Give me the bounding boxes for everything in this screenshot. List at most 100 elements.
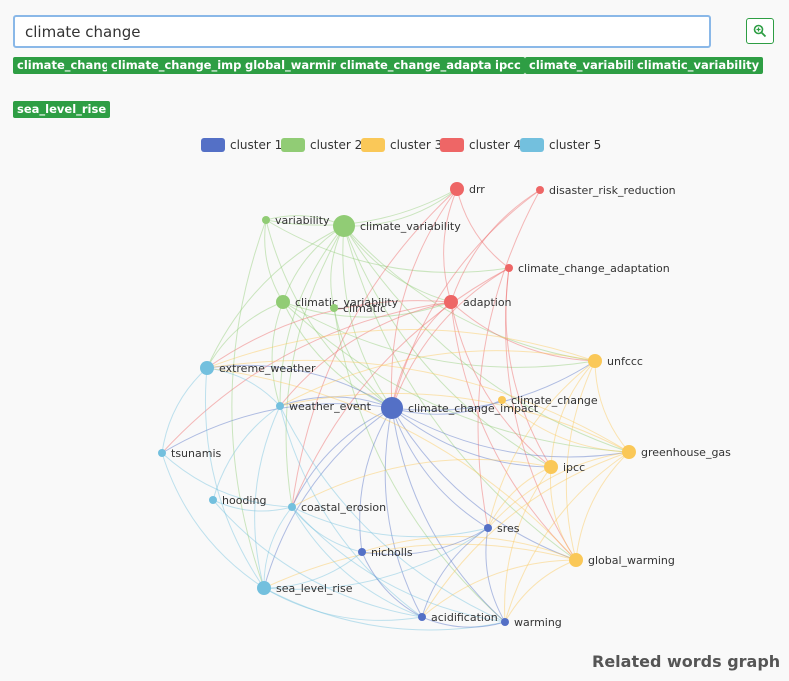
graph-node-label: variability — [275, 214, 330, 227]
graph-node-marker[interactable] — [498, 396, 506, 404]
graph-edge — [212, 405, 281, 501]
graph-node-marker[interactable] — [588, 354, 602, 368]
graph-node-marker[interactable] — [358, 548, 366, 556]
graph-node-marker[interactable] — [505, 264, 513, 272]
graph-node-climate-change-adaptation[interactable]: climate_change_adaptation — [505, 262, 670, 275]
graph-node-marker[interactable] — [288, 503, 296, 511]
graph-node-label: tsunamis — [171, 447, 221, 460]
graph-edge — [343, 225, 596, 362]
graph-node-marker[interactable] — [330, 304, 338, 312]
graph-node-marker[interactable] — [200, 361, 214, 375]
graph-edge — [456, 188, 510, 269]
graph-node-marker[interactable] — [276, 402, 284, 410]
graph-node-label: drr — [469, 183, 485, 196]
zoom-in-icon — [753, 24, 767, 38]
graph-node-label: coastal_erosion — [301, 501, 386, 514]
graph-edge — [450, 301, 596, 362]
graph-node-marker[interactable] — [418, 613, 426, 621]
legend-swatch — [520, 138, 544, 152]
graph-node-marker[interactable] — [381, 397, 403, 419]
graph-node-adaption[interactable]: adaption — [444, 295, 512, 309]
graph-node-marker[interactable] — [257, 581, 271, 595]
graph-edge — [361, 551, 423, 618]
graph-node-marker[interactable] — [276, 295, 290, 309]
legend-item-cluster-5[interactable]: cluster 5 — [520, 138, 601, 152]
graph-node-weather-event[interactable]: weather_event — [276, 400, 372, 413]
graph-edge — [231, 219, 267, 589]
graph-node-marker[interactable] — [536, 186, 544, 194]
graph-edge — [291, 407, 393, 508]
graph-node-marker[interactable] — [450, 182, 464, 196]
graph-node-warming[interactable]: warming — [501, 616, 562, 629]
graph-node-label: warming — [514, 616, 562, 629]
graph-node-label: hooding — [222, 494, 266, 507]
legend-item-cluster-1[interactable]: cluster 1 — [201, 138, 282, 152]
graph-node-variability[interactable]: variability — [262, 214, 330, 227]
graph-edge — [264, 219, 284, 303]
legend-label: cluster 2 — [310, 138, 363, 152]
graph-node-label: sres — [497, 522, 520, 535]
graph-edge — [291, 188, 458, 508]
graph-edge — [391, 407, 489, 529]
tag[interactable]: climatic_variability — [633, 57, 764, 74]
graph-node-label: weather_event — [289, 400, 372, 413]
graph-edge — [204, 367, 265, 589]
graph-node-marker[interactable] — [484, 524, 492, 532]
graph-node-label: climate_change_adaptation — [518, 262, 670, 275]
graph-node-label: global_warming — [588, 554, 675, 567]
search-input[interactable] — [13, 15, 711, 48]
graph-node-disaster-risk-reduction[interactable]: disaster_risk_reduction — [536, 184, 676, 197]
graph-edge — [487, 466, 552, 529]
graph-node-marker[interactable] — [158, 449, 166, 457]
graph-node-greenhouse-gas[interactable]: greenhouse_gas — [622, 445, 731, 459]
graph-edge — [384, 407, 423, 618]
graph-node-marker[interactable] — [622, 445, 636, 459]
graph-node-acidification[interactable]: acidification — [418, 611, 498, 624]
graph-node-marker[interactable] — [262, 216, 270, 224]
tag[interactable]: global_warming — [241, 57, 352, 74]
tag[interactable]: sea_level_rise — [13, 101, 111, 118]
tag[interactable]: ipcc — [491, 57, 525, 74]
graph-node-label: unfccc — [607, 355, 643, 368]
graph-node-marker[interactable] — [544, 460, 558, 474]
graph-node-drr[interactable]: drr — [450, 182, 485, 196]
graph-caption: Related words graph — [592, 652, 781, 671]
graph-node-marker[interactable] — [209, 496, 217, 504]
graph-edge — [485, 527, 506, 623]
legend-swatch — [440, 138, 464, 152]
graph-node-label: climate_change — [511, 394, 598, 407]
graph-node-label: nicholls — [371, 546, 413, 559]
legend-label: cluster 3 — [390, 138, 443, 152]
legend-label: cluster 4 — [469, 138, 522, 152]
graph-node-label: sea_level_rise — [276, 582, 353, 595]
graph-node-climate-variability[interactable]: climate_variability — [333, 215, 461, 237]
graph-node-global-warming[interactable]: global_warming — [569, 553, 675, 567]
legend-item-cluster-3[interactable]: cluster 3 — [361, 138, 442, 152]
graph-node-marker[interactable] — [569, 553, 583, 567]
graph-node-coastal-erosion[interactable]: coastal_erosion — [288, 501, 386, 514]
legend-item-cluster-2[interactable]: cluster 2 — [281, 138, 362, 152]
graph-node-label: ipcc — [563, 461, 585, 474]
graph-edge — [450, 189, 541, 303]
search-button[interactable] — [746, 18, 774, 44]
graph-node-climate-change[interactable]: climate_change — [498, 394, 598, 407]
graph-edge — [391, 301, 452, 409]
tag[interactable]: climate_change — [13, 57, 122, 74]
legend-label: cluster 5 — [549, 138, 602, 152]
graph-node-marker[interactable] — [333, 215, 355, 237]
legend-swatch — [361, 138, 385, 152]
graph-node-extreme-weather[interactable]: extreme_weather — [200, 361, 316, 375]
graph-edge — [263, 407, 393, 589]
graph-node-marker[interactable] — [501, 618, 509, 626]
graph-node-ipcc[interactable]: ipcc — [544, 460, 585, 474]
graph-node-marker[interactable] — [444, 295, 458, 309]
graph-node-label: adaption — [463, 296, 512, 309]
graph-edge — [271, 301, 284, 407]
graph-nodes: drr disaster_risk_reduction variability cli… — [158, 182, 731, 629]
legend-item-cluster-4[interactable]: cluster 4 — [440, 138, 521, 152]
related-words-graph[interactable]: drr disaster_risk_reduction variability cli… — [0, 160, 789, 650]
graph-node-label: climate_variability — [360, 220, 461, 233]
graph-node-unfccc[interactable]: unfccc — [588, 354, 643, 368]
graph-node-label: acidification — [431, 611, 498, 624]
graph-node-label: extreme_weather — [219, 362, 316, 375]
